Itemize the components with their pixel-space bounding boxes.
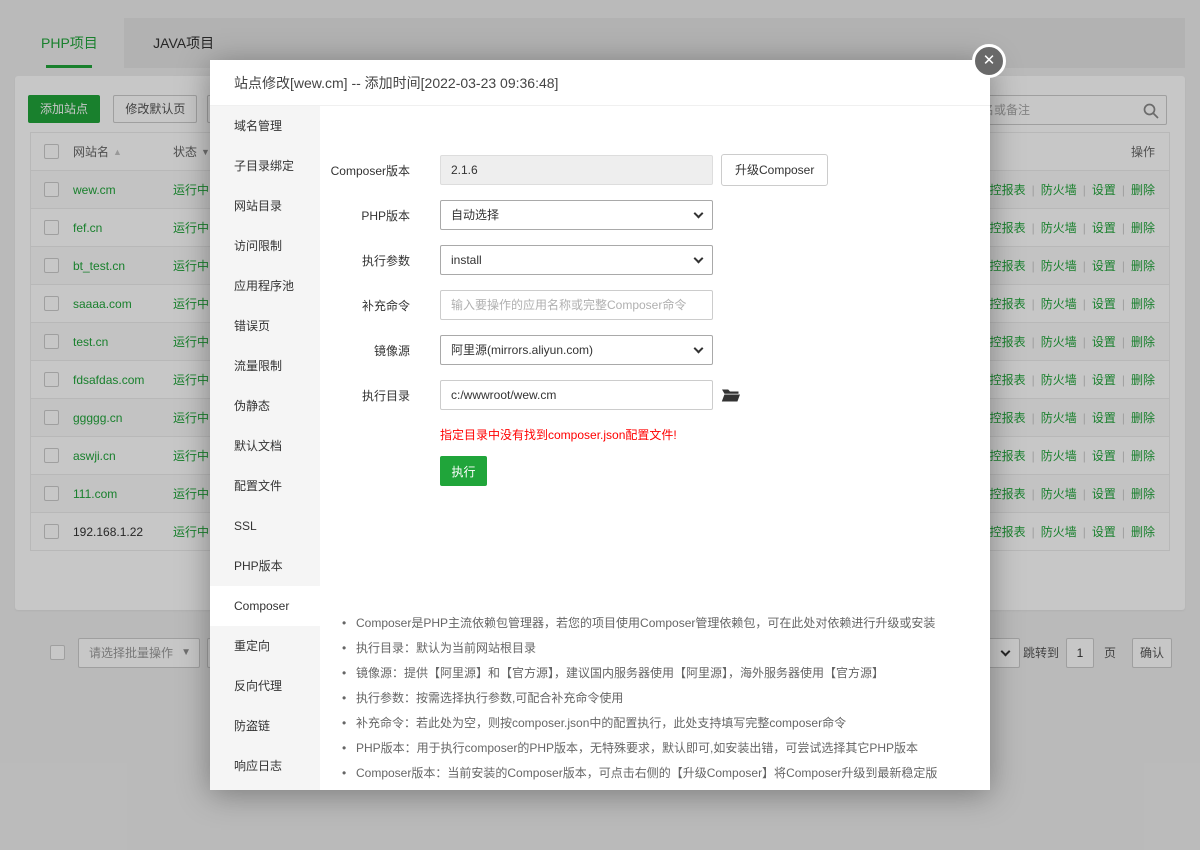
tip-item: Composer版本：当前安装的Composer版本，可点击右侧的【升级Comp…	[342, 766, 982, 780]
exec-dir-input[interactable]	[440, 380, 713, 410]
modal-menu-item[interactable]: 配置文件	[210, 466, 320, 506]
extra-cmd-label: 补充命令	[320, 297, 410, 314]
chevron-down-icon	[694, 344, 704, 354]
modal-menu-item[interactable]: 默认文档	[210, 426, 320, 466]
tip-item: Composer是PHP主流依赖包管理器，若您的项目使用Composer管理依赖…	[342, 616, 982, 630]
modal-menu-item[interactable]: PHP版本	[210, 546, 320, 586]
tip-item: 镜像源：提供【阿里源】和【官方源】，建议国内服务器使用【阿里源】，海外服务器使用…	[342, 666, 982, 680]
composer-form: Composer版本 升级Composer PHP版本 自动选择 执行参数 in…	[320, 106, 990, 486]
tip-item: PHP版本：用于执行composer的PHP版本，无特殊要求，默认即可,如安装出…	[342, 741, 982, 755]
php-version-label: PHP版本	[320, 207, 410, 224]
php-version-select[interactable]: 自动选择	[440, 200, 713, 230]
exec-args-select[interactable]: install	[440, 245, 713, 275]
chevron-down-icon	[694, 254, 704, 264]
composer-version-input[interactable]	[440, 155, 713, 185]
composer-tips: Composer是PHP主流依赖包管理器，若您的项目使用Composer管理依赖…	[342, 616, 982, 791]
modal-menu-item[interactable]: 反向代理	[210, 666, 320, 706]
tip-item: 执行目录：默认为当前网站根目录	[342, 641, 982, 655]
modal-menu-item[interactable]: 防盗链	[210, 706, 320, 746]
chevron-down-icon	[694, 209, 704, 219]
modal-menu-item[interactable]: 流量限制	[210, 346, 320, 386]
composer-panel: Composer版本 升级Composer PHP版本 自动选择 执行参数 in…	[320, 106, 990, 790]
modal-sidebar: 域名管理子目录绑定网站目录访问限制应用程序池错误页流量限制伪静态默认文档配置文件…	[210, 106, 320, 790]
mirror-source-select[interactable]: 阿里源(mirrors.aliyun.com)	[440, 335, 713, 365]
modal-menu-item[interactable]: 子目录绑定	[210, 146, 320, 186]
extra-cmd-input[interactable]	[440, 290, 713, 320]
composer-warning-text: 指定目录中没有找到composer.json配置文件!	[440, 426, 990, 443]
folder-icon[interactable]	[721, 387, 741, 403]
modal-menu-item[interactable]: Composer	[210, 586, 320, 626]
modal-menu-item[interactable]: 网站目录	[210, 186, 320, 226]
modal-menu-item[interactable]: 伪静态	[210, 386, 320, 426]
modal-title: 站点修改[wew.cm] -- 添加时间[2022-03-23 09:36:48…	[210, 60, 990, 106]
tip-item: 执行参数：按需选择执行参数,可配合补充命令使用	[342, 691, 982, 705]
composer-version-label: Composer版本	[320, 162, 410, 179]
modal-menu-item[interactable]: 访问限制	[210, 226, 320, 266]
site-edit-modal: ✕ 站点修改[wew.cm] -- 添加时间[2022-03-23 09:36:…	[210, 60, 990, 790]
run-button[interactable]: 执行	[440, 456, 487, 486]
tip-item: 补充命令：若此处为空，则按composer.json中的配置执行，此处支持填写完…	[342, 716, 982, 730]
modal-menu-item[interactable]: 应用程序池	[210, 266, 320, 306]
modal-menu-item[interactable]: 响应日志	[210, 746, 320, 786]
modal-menu-item[interactable]: SSL	[210, 506, 320, 546]
exec-args-label: 执行参数	[320, 252, 410, 269]
modal-menu-item[interactable]: 错误页	[210, 306, 320, 346]
modal-menu-item[interactable]: 重定向	[210, 626, 320, 666]
close-icon[interactable]: ✕	[972, 44, 1006, 78]
upgrade-composer-button[interactable]: 升级Composer	[721, 154, 828, 186]
modal-menu-item[interactable]: 域名管理	[210, 106, 320, 146]
mirror-source-label: 镜像源	[320, 342, 410, 359]
exec-dir-label: 执行目录	[320, 387, 410, 404]
